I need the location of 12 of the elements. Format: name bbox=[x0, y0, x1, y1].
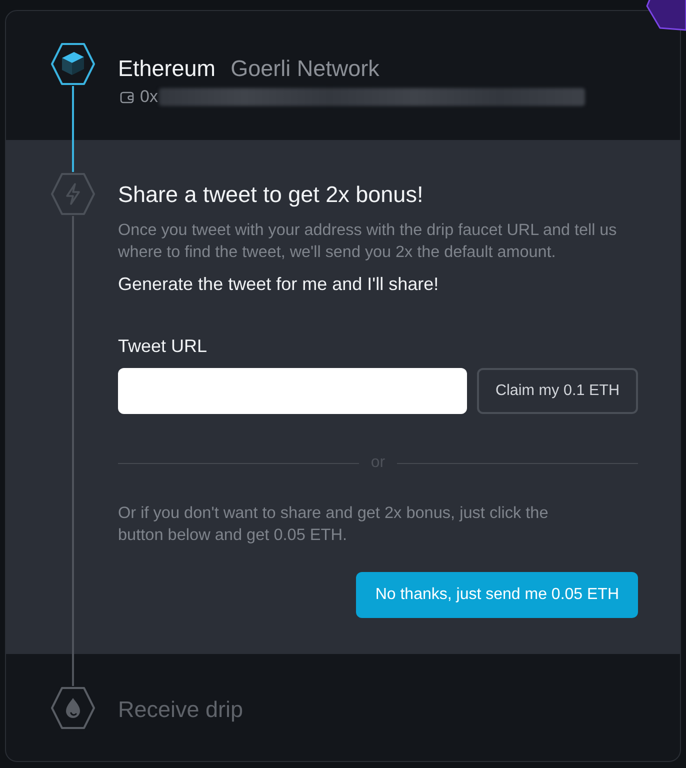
step-description: Once you tweet with your address with the drip faucet URL and tell us where to find the tweet, we'll send you 2x the default amount. bbox=[118, 220, 618, 263]
wallet-icon bbox=[120, 90, 134, 104]
tweet-url-input[interactable] bbox=[118, 368, 467, 414]
generate-tweet-link[interactable]: Generate the tweet for me and I'll share! bbox=[118, 273, 439, 295]
alternative-description: Or if you don't want to share and get 2x bonus, just click the button below and get 0.05 ETH. bbox=[118, 503, 550, 546]
wallet-address: 0x bbox=[140, 87, 158, 107]
claim-button[interactable]: Claim my 0.1 ETH bbox=[477, 368, 638, 414]
step-title: Receive drip bbox=[118, 696, 244, 724]
step-title: Share a tweet to get 2x bonus! bbox=[118, 181, 424, 209]
network-name: Goerli Network bbox=[230, 56, 380, 82]
tweet-url-label: Tweet URL bbox=[118, 335, 208, 357]
chain-name: Ethereum bbox=[118, 56, 216, 82]
